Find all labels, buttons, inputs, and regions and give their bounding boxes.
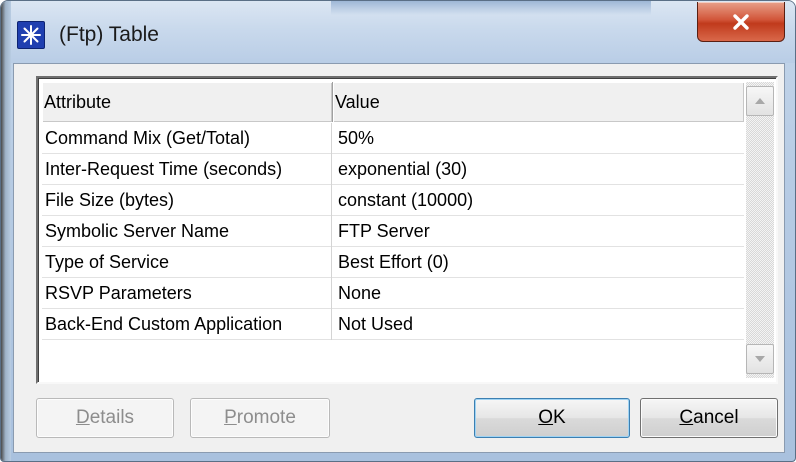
close-x-icon [733,13,749,30]
star-burst-icon [17,21,45,49]
value-cell[interactable]: exponential (30) [333,154,744,185]
title-bar-glow [331,1,651,15]
value-cell[interactable]: 50% [333,123,744,154]
attribute-cell: File Size (bytes) [42,185,332,216]
promote-label: romote [236,407,296,428]
column-header-value[interactable]: Value [333,82,744,122]
value-cell[interactable]: constant (10000) [333,185,744,216]
scroll-down-button[interactable] [746,344,774,374]
ok-label: K [553,407,566,428]
attribute-cell: RSVP Parameters [42,278,332,309]
cancel-label: ancel [693,407,739,428]
attribute-cell: Inter-Request Time (seconds) [42,154,332,185]
table-body: Command Mix (Get/Total) 50% Inter-Reques… [42,123,744,340]
vertical-scrollbar[interactable] [746,82,774,378]
table-row[interactable]: Inter-Request Time (seconds) exponential… [42,154,744,185]
ftp-table-dialog: (Ftp) Table Attribute Value Command Mix … [0,0,796,462]
column-header-attribute[interactable]: Attribute [42,82,333,122]
table-row[interactable]: Back-End Custom Application Not Used [42,309,744,340]
value-cell[interactable]: FTP Server [333,216,744,247]
ok-accelerator: O [538,407,554,428]
cancel-accelerator: C [679,407,694,428]
details-accelerator: D [75,407,90,428]
chevron-down-icon [755,356,765,362]
table-row[interactable]: Type of Service Best Effort (0) [42,247,744,278]
chevron-up-icon [755,98,765,104]
close-button[interactable] [697,2,785,42]
title-bar[interactable]: (Ftp) Table [1,1,795,63]
attribute-cell: Type of Service [42,247,332,278]
scroll-up-button[interactable] [746,86,774,116]
promote-accelerator: P [224,407,237,428]
details-button[interactable]: Details [36,398,174,438]
dialog-body: Attribute Value Command Mix (Get/Total) … [13,63,785,453]
table-row[interactable]: File Size (bytes) constant (10000) [42,185,744,216]
attribute-cell: Back-End Custom Application [42,309,332,340]
attribute-table: Attribute Value Command Mix (Get/Total) … [36,76,778,384]
value-cell[interactable]: Not Used [333,309,744,340]
table-row[interactable]: Symbolic Server Name FTP Server [42,216,744,247]
table-row[interactable]: RSVP Parameters None [42,278,744,309]
table-header: Attribute Value [42,82,744,122]
attribute-cell: Symbolic Server Name [42,216,332,247]
cancel-button[interactable]: Cancel [640,398,778,438]
value-cell[interactable]: Best Effort (0) [333,247,744,278]
window-left-edge [1,1,11,461]
ok-button[interactable]: OK [474,398,630,438]
value-cell[interactable]: None [333,278,744,309]
details-label: etails [89,407,135,428]
window-title: (Ftp) Table [59,23,159,46]
promote-button[interactable]: Promote [190,398,330,438]
attribute-cell: Command Mix (Get/Total) [42,123,332,154]
table-row[interactable]: Command Mix (Get/Total) 50% [42,123,744,154]
